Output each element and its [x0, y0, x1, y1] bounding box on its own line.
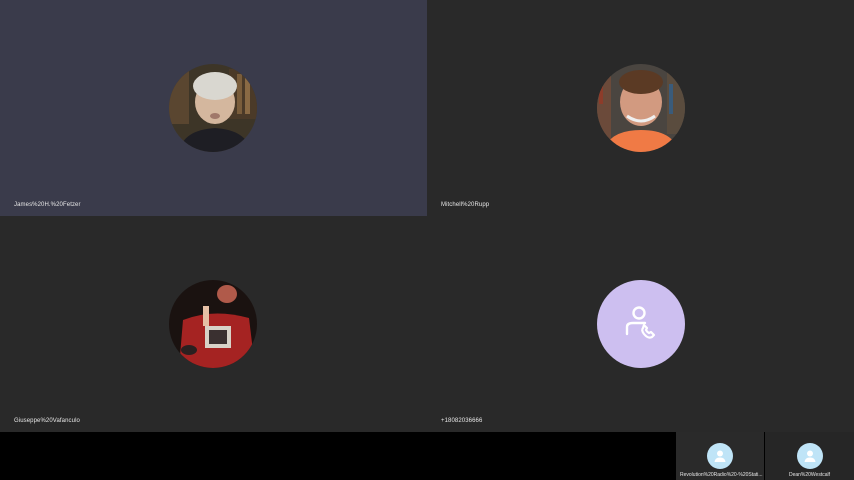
video-feed-image [597, 64, 685, 152]
phone-participant-avatar [597, 280, 685, 368]
participant-video-avatar [597, 64, 685, 152]
video-grid: James%20H.%20Fetzer Mitchell%20Rupp Gius… [0, 0, 854, 432]
video-feed-image [169, 64, 257, 152]
participant-video-avatar [169, 280, 257, 368]
phone-person-icon [625, 306, 656, 339]
participant-name: James%20H.%20Fetzer [14, 202, 81, 208]
strip-participant-2[interactable]: Dean%20Westcalf [765, 432, 854, 480]
person-icon [707, 443, 733, 469]
participant-tile-1[interactable]: James%20H.%20Fetzer [0, 0, 427, 216]
strip-participant-1[interactable]: Revolution%20Radio%20-%20Stati... [676, 432, 764, 480]
strip-participant-name: Revolution%20Radio%20-%20Stati... [680, 472, 763, 478]
strip-participant-name: Dean%20Westcalf [788, 472, 831, 478]
participant-name: Giuseppe%20Vafanculo [14, 418, 80, 424]
participant-name: Mitchell%20Rupp [441, 202, 490, 208]
participant-strip: Revolution%20Radio%20-%20Stati... Dean%2… [0, 432, 854, 480]
participant-video-avatar [169, 64, 257, 152]
video-feed-image [169, 280, 257, 368]
participant-name: +18082036666 [441, 418, 483, 424]
person-icon [796, 443, 823, 469]
participant-tile-4[interactable]: +18082036666 [427, 216, 854, 432]
participant-tile-3[interactable]: Giuseppe%20Vafanculo [0, 216, 427, 432]
participant-tile-2[interactable]: Mitchell%20Rupp [427, 0, 854, 216]
